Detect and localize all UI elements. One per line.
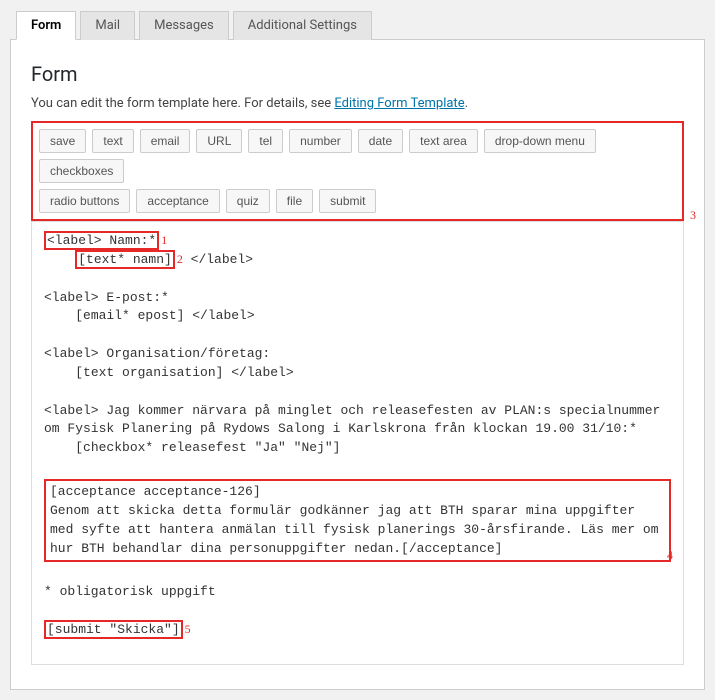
code-l9: * obligatorisk uppgift	[44, 584, 216, 599]
code-l3: <label> E-post:*	[44, 290, 169, 305]
annotation-3: 3	[690, 208, 696, 223]
code-l2b: </label>	[183, 252, 253, 267]
tab-form[interactable]: Form	[16, 11, 76, 40]
tag-submit-button[interactable]: submit	[319, 189, 376, 213]
annotation-1: 1	[159, 233, 167, 247]
tag-number-button[interactable]: number	[289, 129, 352, 153]
tag-radio-button[interactable]: radio buttons	[39, 189, 130, 213]
tag-acceptance-button[interactable]: acceptance	[136, 189, 219, 213]
tag-generator-box: save text email URL tel number date text…	[31, 121, 684, 221]
code-l7: <label> Jag kommer närvara på minglet oc…	[44, 403, 668, 437]
panel-title: Form	[31, 62, 684, 86]
tag-quiz-button[interactable]: quiz	[226, 189, 270, 213]
tab-messages[interactable]: Messages	[139, 11, 229, 40]
tag-tel-button[interactable]: tel	[248, 129, 283, 153]
code-l5: <label> Organisation/företag:	[44, 346, 270, 361]
highlight-submit: [submit "Skicka"]	[44, 620, 183, 639]
form-template-editor[interactable]: <label> Namn:*1 [text* namn]2 </label> <…	[31, 221, 684, 665]
tag-file-button[interactable]: file	[276, 189, 313, 213]
highlight-label-namn: <label> Namn:*	[44, 231, 159, 250]
tag-textarea-button[interactable]: text area	[409, 129, 478, 153]
tab-additional-settings[interactable]: Additional Settings	[233, 11, 372, 40]
tag-checkboxes-button[interactable]: checkboxes	[39, 159, 124, 183]
panel-desc-suffix: .	[465, 96, 468, 111]
panel-description: You can edit the form template here. For…	[31, 96, 684, 111]
code-l8: [checkbox* releasefest "Ja" "Nej"]	[44, 440, 340, 455]
panel-desc-text: You can edit the form template here. For…	[31, 96, 334, 111]
tab-mail[interactable]: Mail	[80, 11, 135, 40]
tag-save-button[interactable]: save	[39, 129, 86, 153]
annotation-4: 4	[665, 547, 673, 564]
highlight-text-namn: [text* namn]	[75, 250, 175, 269]
annotation-5: 5	[183, 622, 191, 636]
tag-date-button[interactable]: date	[358, 129, 403, 153]
tag-email-button[interactable]: email	[140, 129, 191, 153]
tag-url-button[interactable]: URL	[196, 129, 242, 153]
code-l4: [email* epost] </label>	[44, 308, 255, 323]
form-panel: Form You can edit the form template here…	[10, 40, 705, 690]
tag-text-button[interactable]: text	[92, 129, 133, 153]
highlight-acceptance-block: [acceptance acceptance-126] Genom att sk…	[44, 479, 671, 562]
tab-bar: Form Mail Messages Additional Settings	[10, 10, 705, 40]
tag-row-1: save text email URL tel number date text…	[39, 129, 676, 183]
tag-row-2: radio buttons acceptance quiz file submi…	[39, 189, 676, 213]
tag-dropdown-button[interactable]: drop-down menu	[484, 129, 596, 153]
editing-form-template-link[interactable]: Editing Form Template	[334, 96, 464, 111]
annotation-2: 2	[175, 252, 183, 266]
code-l6: [text organisation] </label>	[44, 365, 294, 380]
